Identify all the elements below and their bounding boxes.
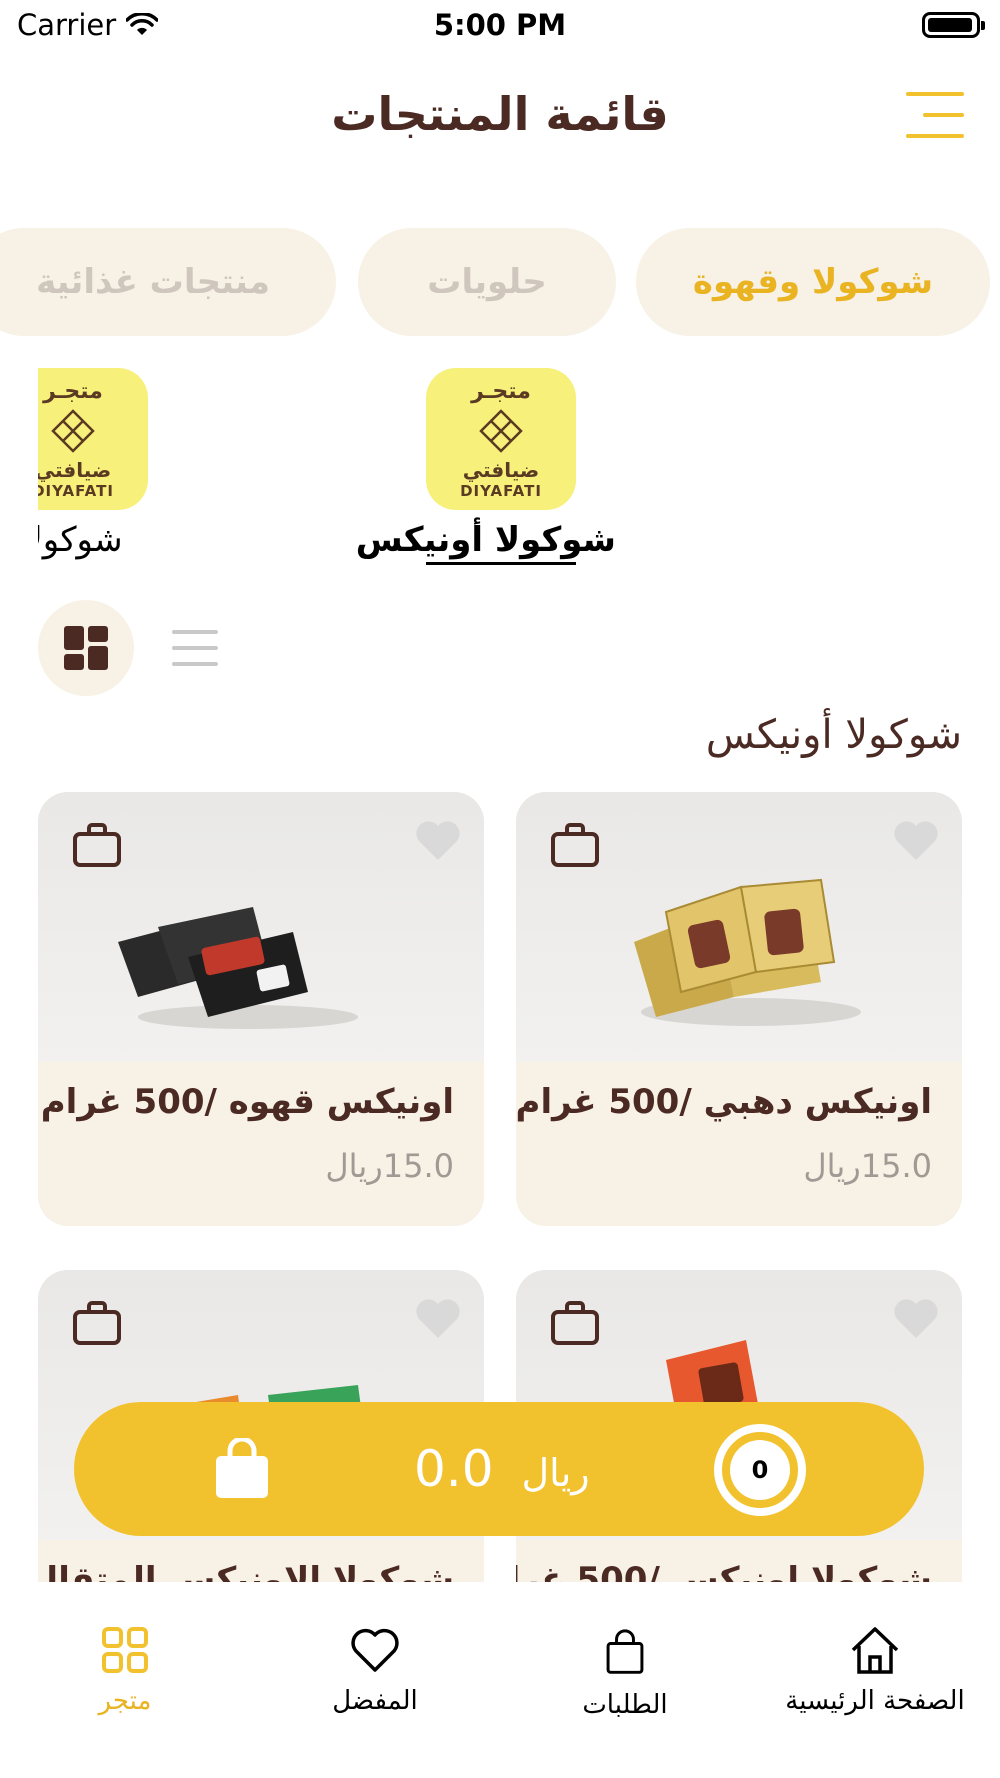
- brand-tab-chocolate[interactable]: متجـر ضيافتي DIYAFATI شوكولا: [38, 368, 188, 560]
- brand-label: شوكولا أونيكس: [355, 520, 616, 560]
- shopping-bag-icon: [216, 1438, 268, 1498]
- product-card[interactable]: اونيكس دهبي /500 غرام 15.0ريال: [516, 792, 962, 1226]
- category-chip-chocolate-coffee[interactable]: شوكولا وقهوة: [636, 228, 990, 336]
- home-icon: [851, 1627, 899, 1674]
- section-title: شوكولا أونيكس: [705, 712, 962, 758]
- logo-arabic-name: ضيافتي: [38, 457, 112, 482]
- status-time: 5:00 PM: [433, 8, 567, 42]
- page-title: قائمة المنتجات: [331, 87, 669, 141]
- bottom-nav: الصفحة الرئيسية الطلبات المفضل متجر: [0, 1582, 1000, 1778]
- nav-label: المفضل: [332, 1686, 418, 1716]
- logo-arabic-name: ضيافتي: [462, 457, 540, 482]
- nav-item-favorites[interactable]: المفضل: [250, 1624, 500, 1716]
- product-name: اونيكس دهبي /500 غرام: [516, 1082, 932, 1122]
- category-chips: شوكولا وقهوة حلويات منتجات غذائية: [0, 228, 1000, 338]
- status-bar: Carrier 5:00 PM: [0, 0, 1000, 52]
- nav-label: الطلبات: [582, 1690, 668, 1720]
- nav-item-orders[interactable]: الطلبات: [500, 1624, 750, 1720]
- grid-view-icon: [64, 626, 108, 670]
- heart-icon: [351, 1628, 399, 1672]
- nav-label: الصفحة الرئيسية: [785, 1686, 965, 1716]
- nav-label: متجر: [98, 1686, 152, 1716]
- nav-item-home[interactable]: الصفحة الرئيسية: [750, 1624, 1000, 1716]
- grid-view-toggle[interactable]: [38, 600, 134, 696]
- active-brand-indicator: [426, 562, 576, 565]
- cart-currency: ريال: [521, 1451, 590, 1495]
- brand-tab-onyx[interactable]: متجـر ضيافتي DIYAFATI شوكولا أونيكس: [355, 368, 616, 565]
- briefcase-icon[interactable]: [550, 1300, 600, 1346]
- brand-logo: متجـر ضيافتي DIYAFATI: [426, 368, 576, 510]
- product-name: اونيكس قهوه /500 غرام: [40, 1082, 454, 1122]
- brand-logo: متجـر ضيافتي DIYAFATI: [38, 368, 148, 510]
- cart-count: 0: [730, 1440, 790, 1500]
- diyafati-logo-mark-icon: [479, 408, 523, 453]
- brand-label: شوكولا: [38, 520, 123, 560]
- briefcase-icon[interactable]: [72, 822, 122, 868]
- cart-amount: 0.0: [414, 1440, 494, 1498]
- menu-icon[interactable]: [906, 92, 964, 138]
- nav-item-store[interactable]: متجر: [0, 1624, 250, 1716]
- product-image: [516, 792, 962, 1062]
- shopping-bag-icon: [606, 1629, 644, 1674]
- app-header: قائمة المنتجات: [0, 72, 1000, 162]
- cart-count-badge: 0: [714, 1424, 806, 1516]
- briefcase-icon[interactable]: [72, 1300, 122, 1346]
- diyafati-logo-mark-icon: [51, 408, 95, 453]
- list-view-toggle[interactable]: [172, 630, 218, 666]
- brand-tabs: متجـر ضيافتي DIYAFATI شوكولا أونيكس متجـ…: [38, 368, 962, 568]
- product-image: [38, 792, 484, 1062]
- cart-total: ريال 0.0: [414, 1440, 590, 1498]
- logo-store-text: متجـر: [471, 378, 531, 404]
- product-card[interactable]: اونيكس قهوه /500 غرام 15.0ريال: [38, 792, 484, 1226]
- heart-icon[interactable]: [414, 1296, 462, 1340]
- logo-english-name: DIYAFATI: [38, 481, 114, 500]
- cart-summary-bar[interactable]: ريال 0.0 0: [74, 1402, 924, 1536]
- battery-icon: [922, 12, 985, 38]
- heart-icon[interactable]: [892, 818, 940, 862]
- logo-store-text: متجـر: [43, 378, 103, 404]
- category-chip-sweets[interactable]: حلويات: [358, 228, 616, 336]
- grid-icon: [102, 1627, 148, 1673]
- heart-icon[interactable]: [414, 818, 462, 862]
- briefcase-icon[interactable]: [550, 822, 600, 868]
- heart-icon[interactable]: [892, 1296, 940, 1340]
- product-price: 15.0ريال: [803, 1147, 932, 1185]
- category-chip-food-products[interactable]: منتجات غذائية: [0, 228, 336, 336]
- logo-english-name: DIYAFATI: [460, 481, 542, 500]
- product-price: 15.0ريال: [325, 1147, 454, 1185]
